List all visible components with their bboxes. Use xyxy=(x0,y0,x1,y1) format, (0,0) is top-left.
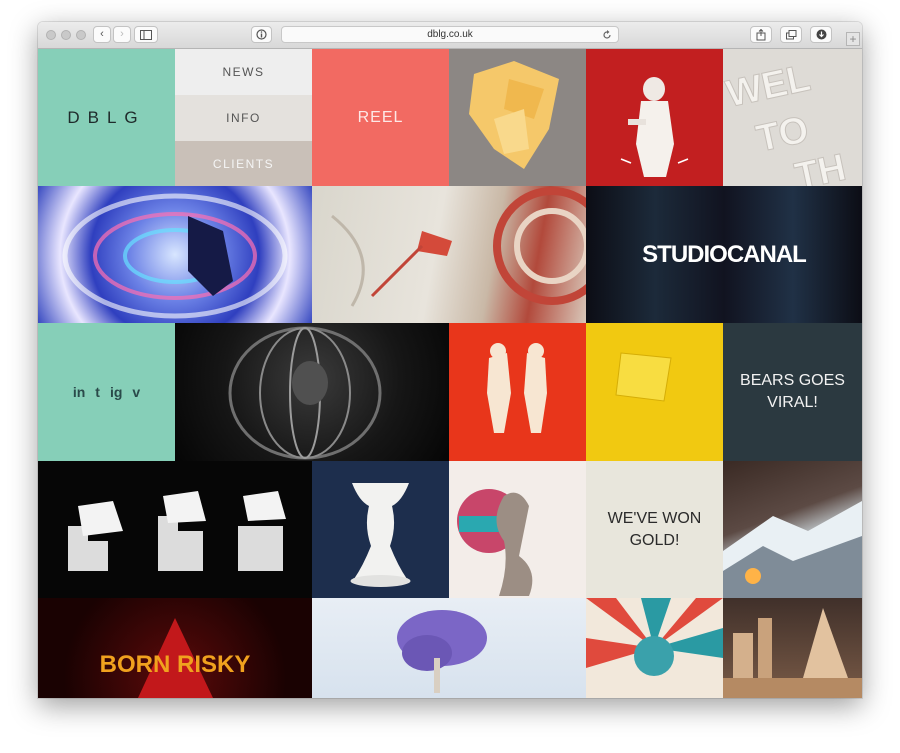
project-tile-bone-machine[interactable] xyxy=(312,186,586,323)
project-tile-face-vase[interactable] xyxy=(312,461,449,598)
twitter-icon[interactable]: t xyxy=(95,384,100,400)
svg-text:WEL: WEL xyxy=(723,57,814,116)
trophy-award-image xyxy=(457,489,533,596)
globe-poster-image xyxy=(586,598,723,676)
red-pyramid-shape xyxy=(138,618,213,698)
logo-tile[interactable]: DBLG xyxy=(38,49,175,186)
project-tile-trophy[interactable] xyxy=(449,461,586,598)
light-swirl-image xyxy=(62,193,288,319)
share-icon xyxy=(756,28,766,40)
chevron-left-icon: ‹ xyxy=(100,28,104,40)
forward-button[interactable]: › xyxy=(113,26,131,43)
yellow-card-image xyxy=(615,352,672,402)
address-bar[interactable]: dblg.co.uk xyxy=(281,26,619,43)
white-bear-sculpture-image xyxy=(620,77,689,177)
privacy-report-button[interactable] xyxy=(251,26,272,43)
back-button[interactable]: ‹ xyxy=(93,26,111,43)
sidebar-icon xyxy=(140,29,152,40)
project-tile-born-risky[interactable]: BORN RISKY xyxy=(38,598,312,698)
wooden-city-image xyxy=(723,608,862,698)
project-tile-globe-poster[interactable] xyxy=(586,598,723,698)
snowy-mountain-image xyxy=(723,501,862,598)
project-tile-yellow-card[interactable] xyxy=(586,323,723,461)
project-tile-studiocanal[interactable]: STUDIOCANAL xyxy=(586,186,862,323)
site-logo: DBLG xyxy=(67,107,146,127)
purple-tree-image xyxy=(397,610,487,693)
browser-window: ‹ › dblg.co.uk + DBLG NEWS INFO CLIENTS … xyxy=(38,22,862,698)
project-tile-bird-cage[interactable] xyxy=(175,323,449,461)
project-tile-purple-tree[interactable] xyxy=(312,598,586,698)
nav-tile: NEWS INFO CLIENTS xyxy=(175,49,312,186)
nav-clients[interactable]: CLIENTS xyxy=(175,141,312,186)
project-tile-bear-stairs[interactable] xyxy=(38,461,312,598)
born-risky-title: BORN RISKY xyxy=(99,651,251,678)
svg-text:TH: TH xyxy=(791,147,849,186)
minimize-window-button[interactable] xyxy=(61,30,71,40)
project-tile-white-bear[interactable] xyxy=(586,49,723,186)
zoom-window-button[interactable] xyxy=(76,30,86,40)
project-tile-dancing-bears[interactable] xyxy=(449,323,586,461)
downloads-button[interactable] xyxy=(810,26,832,43)
social-links: in t ig v xyxy=(73,384,140,400)
project-tile-light-swirl[interactable] xyxy=(38,186,312,323)
bears-goes-viral-text: BEARS GOES VIRAL! xyxy=(740,372,845,411)
project-tile-wood-city[interactable] xyxy=(723,598,862,698)
instagram-icon[interactable]: ig xyxy=(110,384,122,400)
studiocanal-logo-text: STUDIOCANAL xyxy=(642,240,807,268)
new-tab-button[interactable]: + xyxy=(846,32,860,46)
bear-on-stairs-image xyxy=(68,491,286,571)
nav-news[interactable]: NEWS xyxy=(175,49,312,95)
bird-cage-image xyxy=(228,326,382,460)
reload-icon[interactable] xyxy=(602,30,612,40)
project-tile-paper-sculpture[interactable] xyxy=(449,49,586,186)
project-tile-mountain[interactable] xyxy=(723,461,862,598)
social-links-tile: in t ig v xyxy=(38,323,175,461)
bone-machine-image xyxy=(331,187,586,307)
url-text: dblg.co.uk xyxy=(427,29,473,40)
close-window-button[interactable] xyxy=(46,30,56,40)
tabs-overview-button[interactable] xyxy=(780,26,802,43)
yellow-paper-sculpture-image xyxy=(469,61,559,169)
svg-text:TO: TO xyxy=(753,109,813,161)
3d-letters-image: WEL TO TH xyxy=(723,57,850,186)
dancing-bears-image xyxy=(487,343,547,433)
nav-info[interactable]: INFO xyxy=(175,95,312,141)
reel-label: REEL xyxy=(357,108,404,126)
weve-won-gold-text: WE'VE WON GOLD! xyxy=(607,509,702,549)
info-icon xyxy=(256,29,267,40)
project-tile-welcome-letters[interactable]: WEL TO TH xyxy=(723,49,862,186)
sidebar-button[interactable] xyxy=(134,26,158,43)
vimeo-icon[interactable]: v xyxy=(132,384,140,400)
reel-tile[interactable]: REEL xyxy=(312,49,449,186)
news-tile-bears-viral[interactable]: BEARS GOES VIRAL! xyxy=(723,323,862,461)
share-button[interactable] xyxy=(750,26,772,43)
news-tile-won-gold[interactable]: WE'VE WON GOLD! xyxy=(586,461,723,598)
download-icon xyxy=(816,29,826,40)
face-vase-image xyxy=(350,483,411,587)
browser-toolbar: ‹ › dblg.co.uk + xyxy=(38,22,862,49)
chevron-right-icon: › xyxy=(120,28,124,40)
tabs-icon xyxy=(785,29,796,39)
project-grid: DBLG NEWS INFO CLIENTS REEL WEL TO TH ST… xyxy=(38,49,862,698)
linkedin-icon[interactable]: in xyxy=(73,384,85,400)
